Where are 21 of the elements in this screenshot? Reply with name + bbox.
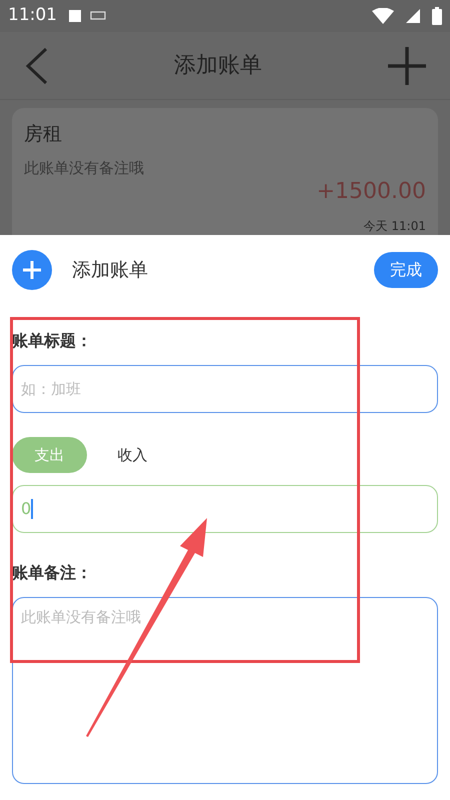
- record-title: 房租: [24, 122, 63, 147]
- title-field[interactable]: 如：加班: [12, 365, 438, 413]
- type-tab[interactable]: 收入: [95, 437, 170, 473]
- back-icon[interactable]: [24, 46, 48, 84]
- record-note: 此账单没有备注哦: [24, 158, 145, 178]
- status-time: 11:01: [8, 4, 57, 28]
- add-icon[interactable]: [388, 46, 426, 84]
- field-label: 账单标题：: [12, 330, 93, 352]
- record-amount: +1500.00: [316, 178, 426, 206]
- battery-icon: [432, 7, 442, 25]
- sheet-title: 添加账单: [72, 258, 149, 283]
- field-label: 账单备注：: [12, 562, 93, 584]
- record-time: 今天 11:01: [364, 218, 426, 235]
- type-tab[interactable]: 支出: [12, 437, 87, 473]
- signal-icon: [406, 9, 420, 23]
- page-title: 添加账单: [173, 52, 263, 80]
- wifi-icon: [372, 8, 394, 24]
- done-button[interactable]: 完成: [374, 252, 438, 288]
- record-card[interactable]: 房租 此账单没有备注哦 +1500.00 今天 11:01: [12, 108, 438, 235]
- note-field[interactable]: 此账单没有备注哦: [12, 597, 438, 784]
- add-icon[interactable]: [12, 250, 52, 290]
